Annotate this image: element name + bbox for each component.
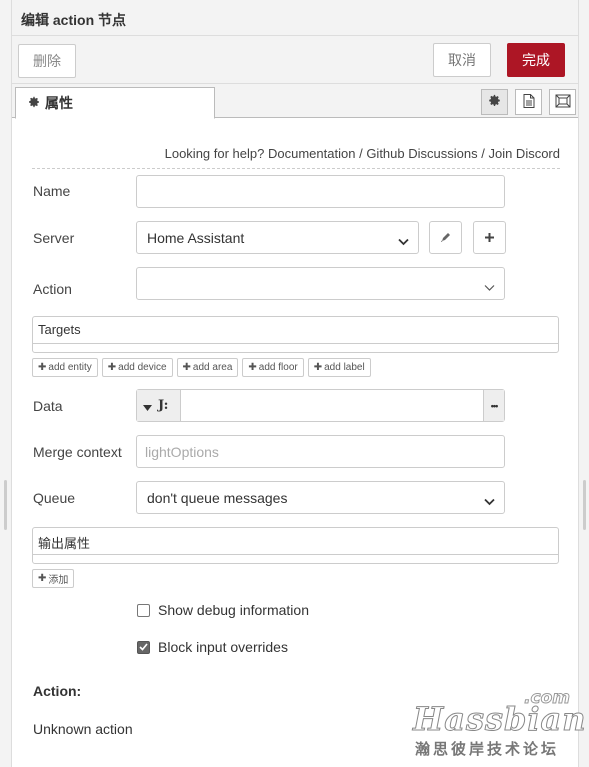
name-input[interactable] xyxy=(136,175,505,208)
tab-properties[interactable]: 属性 xyxy=(15,87,215,119)
add-floor-button[interactable]: ✚ add floor xyxy=(242,358,304,377)
tab-properties-label: 属性 xyxy=(45,95,73,111)
plus-icon: ✚ xyxy=(313,362,323,373)
add-output-button[interactable]: ✚ 添加 xyxy=(32,569,75,588)
queue-select-value: don't queue messages xyxy=(147,489,288,506)
plus-icon xyxy=(484,230,495,246)
watermark-brand: Hassbian xyxy=(413,700,587,739)
watermark-subtitle: 瀚思彼岸技术论坛 xyxy=(415,741,560,758)
outputs-divider xyxy=(33,554,558,555)
targets-divider xyxy=(33,343,558,344)
description-tab-icon-button[interactable] xyxy=(515,89,542,115)
help-links-row: Looking for help? Documentation / Github… xyxy=(32,146,560,169)
server-label: Server xyxy=(33,230,75,246)
queue-select[interactable]: don't queue messages xyxy=(136,481,505,514)
chevron-down-icon xyxy=(484,279,495,295)
merge-context-input[interactable]: lightOptions xyxy=(136,435,505,468)
properties-panel: Looking for help? Documentation / Github… xyxy=(12,119,578,767)
add-device-label: add device xyxy=(118,362,167,373)
data-typed-input[interactable]: J: ••• xyxy=(136,389,505,422)
json-type-icon: J: xyxy=(158,398,169,413)
block-overrides-checkbox[interactable] xyxy=(137,640,150,654)
add-server-button[interactable] xyxy=(473,221,506,254)
gear-icon xyxy=(488,94,501,110)
show-debug-label: Show debug information xyxy=(158,602,309,618)
plus-icon: ✚ xyxy=(38,362,47,373)
block-overrides-row: Block input overrides xyxy=(137,639,288,655)
edit-server-button[interactable] xyxy=(429,221,462,254)
settings-tab-icon-button[interactable] xyxy=(481,89,508,115)
show-debug-row: Show debug information xyxy=(137,602,309,618)
action-label: Action xyxy=(33,281,72,297)
caret-down-icon xyxy=(143,398,152,414)
delete-button[interactable]: 删除 xyxy=(18,44,76,78)
gear-icon xyxy=(28,95,40,111)
block-overrides-label: Block input overrides xyxy=(158,639,288,655)
data-type-selector[interactable]: J: xyxy=(137,390,181,421)
data-label: Data xyxy=(33,398,63,414)
tab-bar: 属性 xyxy=(12,84,578,119)
target-chips: ✚ add entity ✚ add device ✚ add area ✚ add f… xyxy=(32,358,371,377)
add-label-button[interactable]: ✚ add label xyxy=(307,358,371,377)
plus-icon: ✚ xyxy=(38,573,47,584)
action-select[interactable] xyxy=(136,267,505,300)
done-button[interactable]: 完成 xyxy=(507,43,565,77)
plus-icon: ✚ xyxy=(182,362,191,373)
merge-context-label: Merge context xyxy=(33,444,122,460)
targets-list: Targets xyxy=(32,316,559,353)
chevron-down-icon xyxy=(398,233,409,249)
output-properties-list: 输出属性 xyxy=(32,527,559,564)
appearance-tab-icon-button[interactable] xyxy=(549,89,576,115)
plus-icon: ✚ xyxy=(107,362,117,373)
join-discord-link[interactable]: Join Discord xyxy=(488,146,560,161)
output-properties-label: 输出属性 xyxy=(38,536,91,551)
add-area-button[interactable]: ✚ add area xyxy=(176,358,239,377)
add-area-label: add area xyxy=(192,362,233,373)
tray-header: 编辑 action 节点 xyxy=(12,0,578,36)
watermark-logo: .com Hassbian 瀚思彼岸技术论坛 xyxy=(405,688,587,760)
github-discussions-link[interactable]: Github Discussions xyxy=(366,146,477,161)
cancel-button[interactable]: 取消 xyxy=(433,43,491,77)
name-label: Name xyxy=(33,183,71,199)
left-resize-grip[interactable] xyxy=(4,480,7,530)
add-label-label: add label xyxy=(324,362,365,373)
ellipsis-icon: ••• xyxy=(490,400,499,411)
expand-editor-button[interactable]: ••• xyxy=(483,390,504,421)
pencil-icon xyxy=(440,230,452,246)
add-entity-label: add entity xyxy=(48,362,92,373)
queue-label: Queue xyxy=(33,490,76,506)
tray-title: 编辑 action 节点 xyxy=(21,12,127,28)
chevron-down-icon xyxy=(484,493,495,509)
show-debug-checkbox[interactable] xyxy=(137,603,150,617)
server-select[interactable]: Home Assistant xyxy=(136,221,419,254)
add-device-button[interactable]: ✚ add device xyxy=(101,358,173,377)
targets-label: Targets xyxy=(38,322,81,337)
merge-context-placeholder: lightOptions xyxy=(145,443,219,460)
frame-icon xyxy=(555,94,571,111)
action-description: Unknown action xyxy=(33,721,133,737)
help-separator: / xyxy=(481,146,485,161)
right-scrollbar[interactable] xyxy=(578,0,589,767)
document-icon xyxy=(523,93,535,111)
action-section-title: Action: xyxy=(33,683,82,699)
server-select-value: Home Assistant xyxy=(147,229,245,246)
help-prefix: Looking for help? xyxy=(164,146,265,161)
plus-icon: ✚ xyxy=(248,362,257,373)
tray-toolbar: 删除 取消 完成 xyxy=(12,36,578,84)
add-floor-label: add floor xyxy=(258,362,298,373)
left-editor-strip xyxy=(0,0,12,767)
scroll-thumb[interactable] xyxy=(583,480,586,530)
documentation-link[interactable]: Documentation xyxy=(268,146,355,161)
help-separator: / xyxy=(359,146,363,161)
add-output-label: 添加 xyxy=(48,575,69,586)
add-entity-button[interactable]: ✚ add entity xyxy=(32,358,98,377)
